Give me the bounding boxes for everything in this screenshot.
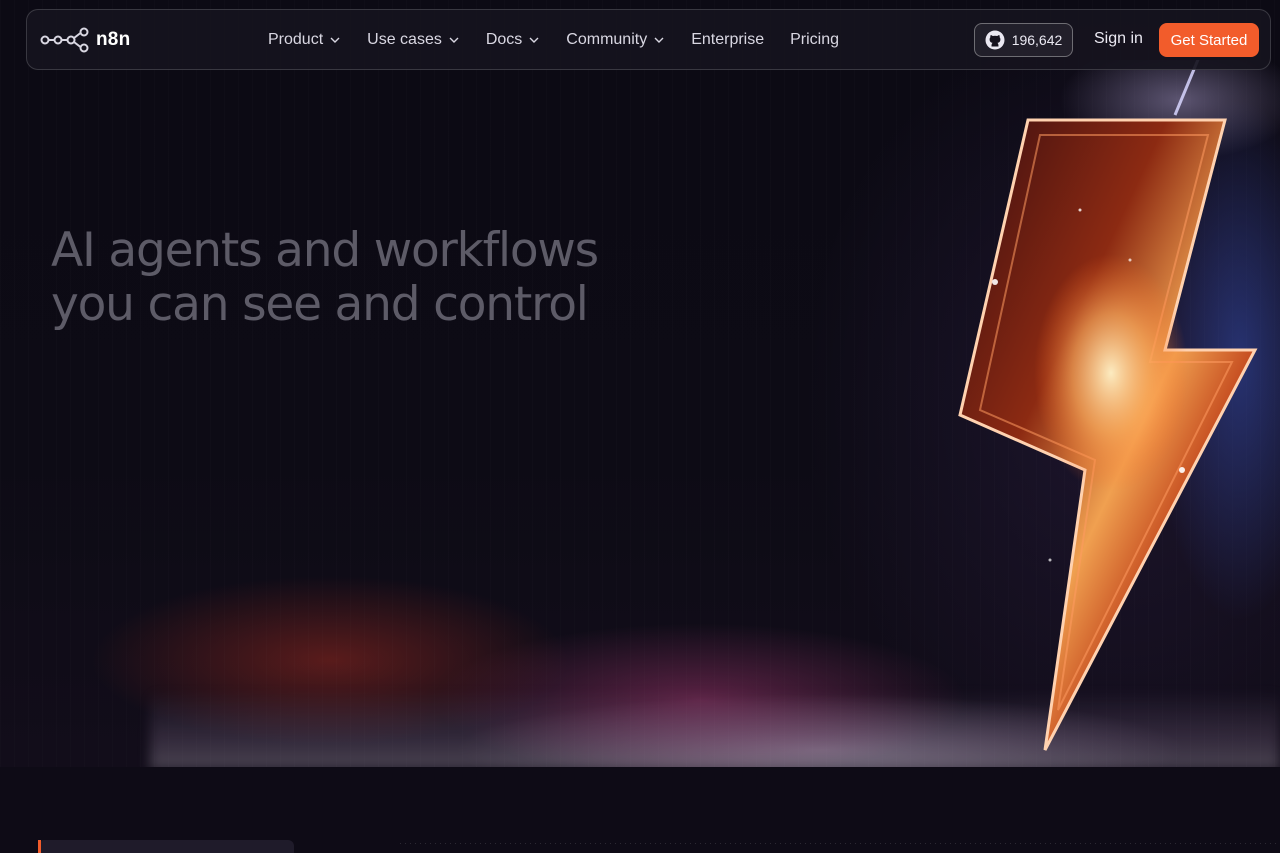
- hero-title: AI agents and workflows you can see and …: [51, 224, 671, 332]
- section-tab[interactable]: [38, 840, 294, 853]
- content-section: [0, 767, 1280, 853]
- main-menu: Product Use cases Docs Community Enterpr…: [268, 10, 865, 69]
- section-tab-accent: [38, 840, 41, 853]
- chevron-down-icon: [529, 37, 539, 43]
- top-navigation-bar: n8n Product Use cases Docs Community Ent…: [26, 9, 1271, 70]
- nav-item-label: Docs: [485, 30, 523, 48]
- hero-title-line-1: AI agents and workflows: [51, 223, 599, 278]
- github-stars-button[interactable]: 196,642: [974, 23, 1073, 57]
- n8n-logo-icon: [40, 27, 89, 53]
- github-icon: [985, 30, 1005, 50]
- chevron-down-icon: [449, 37, 459, 43]
- nav-item-community[interactable]: Community: [566, 31, 665, 49]
- nav-item-label: Use cases: [367, 30, 442, 48]
- lightning-bolt-illustration: [958, 60, 1280, 751]
- hero-section: AI agents and workflows you can see and …: [0, 0, 1280, 767]
- nav-item-label: Community: [566, 30, 648, 48]
- nav-item-label: Product: [268, 30, 324, 48]
- page: AI agents and workflows you can see and …: [0, 0, 1280, 853]
- nav-item-label: Pricing: [790, 30, 840, 48]
- nav-item-label: Enterprise: [691, 30, 765, 48]
- nav-item-enterprise[interactable]: Enterprise: [691, 31, 764, 49]
- nav-item-docs[interactable]: Docs: [486, 31, 540, 49]
- brand-logo[interactable]: n8n: [40, 27, 130, 53]
- get-started-button[interactable]: Get Started: [1159, 23, 1259, 57]
- brand-name: n8n: [96, 29, 131, 50]
- section-divider: [400, 843, 1280, 844]
- github-stars-count: 196,642: [1011, 32, 1063, 48]
- nav-item-product[interactable]: Product: [268, 31, 341, 49]
- chevron-down-icon: [654, 37, 664, 43]
- nav-item-pricing[interactable]: Pricing: [790, 31, 839, 49]
- hero-title-line-2: you can see and control: [51, 277, 589, 332]
- nav-item-use-cases[interactable]: Use cases: [367, 31, 460, 49]
- sign-in-link[interactable]: Sign in: [1094, 30, 1143, 48]
- chevron-down-icon: [330, 37, 340, 43]
